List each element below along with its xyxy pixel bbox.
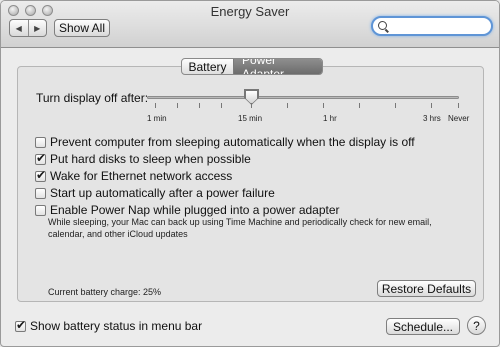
- slider-tick: [155, 103, 156, 108]
- power-nap-description-line1: While sleeping, your Mac can back up usi…: [48, 217, 432, 227]
- restore-defaults-button[interactable]: Restore Defaults: [377, 280, 476, 297]
- display-off-label: Turn display off after:: [36, 91, 149, 105]
- back-arrow-icon[interactable]: ◀: [10, 20, 28, 36]
- slider-tick: [287, 103, 288, 108]
- tick-label-1-min: 1 min: [147, 114, 167, 123]
- prevent-sleep-checkbox[interactable]: [35, 136, 46, 148]
- tick-label-15-min: 15 min: [238, 114, 263, 123]
- slider-tick: [395, 103, 396, 108]
- slider-tick: [221, 103, 222, 108]
- wake-ethernet-checkbox[interactable]: [35, 168, 46, 182]
- help-button[interactable]: ?: [467, 316, 486, 335]
- show-battery-status-label: Show battery status in menu bar: [30, 319, 203, 333]
- power-nap-description-line2: calendar, and other iCloud updates: [48, 229, 188, 239]
- show-all-button[interactable]: Show All: [54, 19, 110, 37]
- option-show-battery-status[interactable]: Show battery status in menu bar: [15, 318, 203, 333]
- tab-battery[interactable]: Battery: [182, 59, 233, 74]
- option-start-after-power-failure[interactable]: Start up automatically after a power fai…: [35, 186, 275, 200]
- battery-charge-text: Current battery charge: 25%: [48, 287, 162, 297]
- forward-arrow-icon[interactable]: ▶: [27, 20, 47, 36]
- tick-label-1-hr: 1 hr: [323, 114, 337, 123]
- hard-disk-sleep-checkbox[interactable]: [35, 151, 46, 165]
- power-nap-description: While sleeping, your Mac can back up usi…: [48, 216, 468, 240]
- show-battery-status-checkbox[interactable]: [15, 318, 26, 332]
- option-hard-disk-sleep[interactable]: Put hard disks to sleep when possible: [35, 151, 251, 166]
- search-field[interactable]: [371, 16, 493, 36]
- search-icon: [378, 21, 387, 30]
- tab-bar: Battery Power Adapter: [181, 58, 323, 75]
- slider-tick: [199, 103, 200, 108]
- tick-label-3-hrs: 3 hrs: [423, 114, 441, 123]
- power-nap-checkbox[interactable]: [35, 204, 46, 216]
- option-prevent-sleep[interactable]: Prevent computer from sleeping automatic…: [35, 135, 415, 149]
- slider-tick: [431, 103, 432, 108]
- search-input[interactable]: [389, 19, 487, 33]
- start-after-power-failure-checkbox[interactable]: [35, 187, 46, 199]
- back-forward-control: ◀ ▶: [9, 19, 47, 37]
- slider-tick: [177, 103, 178, 108]
- schedule-button[interactable]: Schedule...: [386, 318, 460, 335]
- display-sleep-slider-track[interactable]: [147, 96, 459, 99]
- slider-tick: [458, 103, 459, 108]
- option-wake-ethernet[interactable]: Wake for Ethernet network access: [35, 168, 233, 183]
- energy-saver-window: Energy Saver ◀ ▶ Show All Battery Power …: [0, 0, 500, 347]
- hard-disk-sleep-label: Put hard disks to sleep when possible: [50, 152, 251, 166]
- toolbar: Energy Saver ◀ ▶ Show All: [1, 1, 499, 48]
- power-nap-label: Enable Power Nap while plugged into a po…: [50, 203, 340, 217]
- prevent-sleep-label: Prevent computer from sleeping automatic…: [50, 135, 415, 149]
- slider-tick: [359, 103, 360, 108]
- tab-power-adapter[interactable]: Power Adapter: [233, 59, 322, 74]
- wake-ethernet-label: Wake for Ethernet network access: [50, 169, 233, 183]
- option-power-nap[interactable]: Enable Power Nap while plugged into a po…: [35, 203, 340, 217]
- tick-label-never: Never: [448, 114, 470, 123]
- start-after-power-failure-label: Start up automatically after a power fai…: [50, 186, 275, 200]
- slider-tick: [323, 103, 324, 108]
